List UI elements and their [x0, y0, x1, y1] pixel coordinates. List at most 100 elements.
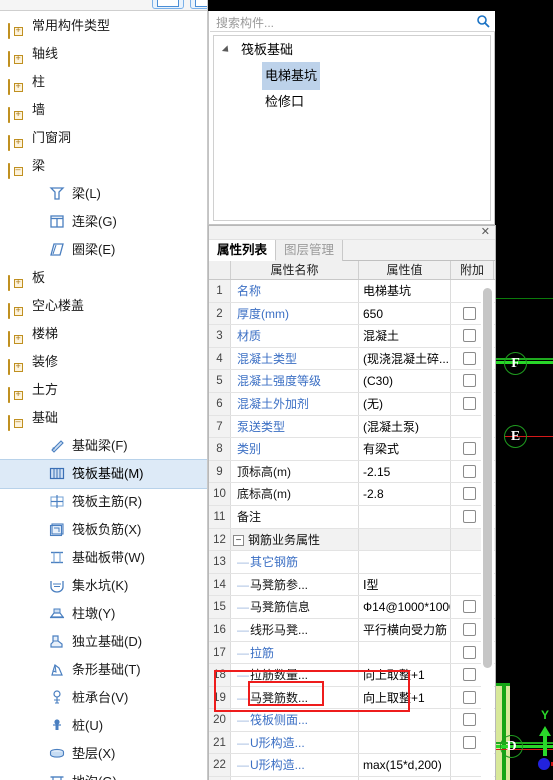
table-row[interactable]: 21 —U形构造... — [209, 731, 495, 755]
append-checkbox[interactable] — [463, 735, 476, 749]
axis-bubble-e[interactable]: E — [504, 425, 527, 448]
component-item-inspection-opening[interactable]: 检修口 — [214, 88, 490, 114]
axis-bubble-f[interactable]: F — [504, 352, 527, 375]
tree-item-isolated-footing[interactable]: 独立基础(D) — [0, 628, 207, 656]
property-value-cell[interactable]: (现浇混凝土碎... — [359, 347, 451, 370]
property-name-cell[interactable]: 混凝土强度等级 — [231, 370, 359, 392]
collapse-expander[interactable]: − — [233, 534, 244, 546]
append-checkbox[interactable] — [463, 690, 476, 704]
table-row[interactable]: 5 混凝土强度等级 (C30) — [209, 370, 495, 393]
property-value-cell[interactable]: 电梯基坑 — [359, 280, 451, 302]
property-name-cell[interactable]: —筏板侧面... — [231, 709, 359, 731]
tree-item-hollow-floor[interactable]: 空心楼盖 — [0, 292, 207, 320]
table-row[interactable]: 19 —马凳筋数... 向上取整+1 — [209, 686, 495, 710]
property-name-cell[interactable]: 备注 — [231, 505, 359, 528]
table-row[interactable]: 3 材质 混凝土 — [209, 325, 495, 348]
tree-item-strip-footing[interactable]: 条形基础(T) — [0, 656, 207, 684]
append-checkbox[interactable] — [463, 509, 476, 523]
property-name-cell[interactable]: —马凳筋数... — [231, 686, 359, 709]
append-checkbox[interactable] — [463, 374, 476, 388]
tree-item-pile[interactable]: 桩(U) — [0, 712, 207, 740]
append-checkbox[interactable] — [463, 306, 476, 320]
property-value-cell[interactable]: -2.15 — [359, 460, 451, 483]
axis-bubble-d[interactable]: D — [500, 735, 523, 758]
table-row[interactable]: 6 混凝土外加剂 (无) — [209, 392, 495, 416]
append-checkbox[interactable] — [463, 645, 476, 659]
property-value-cell[interactable]: 有梁式 — [359, 438, 451, 460]
table-row[interactable]: 1 名称 电梯基坑 — [209, 280, 495, 303]
table-row[interactable]: 16 —线形马凳... 平行横向受力筋 — [209, 618, 495, 642]
table-row[interactable]: 11 备注 — [209, 505, 495, 529]
append-checkbox[interactable] — [463, 713, 476, 727]
tree-item-decoration[interactable]: 装修 — [0, 348, 207, 376]
append-checkbox[interactable] — [463, 600, 476, 614]
property-value-cell[interactable] — [359, 709, 451, 731]
property-name-cell[interactable]: 类别 — [231, 438, 359, 460]
property-name-cell[interactable]: —其它钢筋 — [231, 551, 359, 573]
table-row[interactable]: 13 —其它钢筋 — [209, 551, 495, 574]
table-row[interactable]: 15 —马凳筋信息 Ф14@1000*1000 — [209, 596, 495, 619]
table-row[interactable]: 10 底标高(m) -2.8 — [209, 483, 495, 506]
property-value-cell[interactable]: (无) — [359, 392, 451, 415]
tree-item-wall[interactable]: 墙 — [0, 96, 207, 124]
component-group-raft-foundation[interactable]: 筏板基础 — [214, 36, 490, 62]
property-name-cell[interactable]: 材质 — [231, 325, 359, 347]
table-row[interactable]: 12− 钢筋业务属性 — [209, 528, 495, 552]
table-row[interactable]: 7 泵送类型 (混凝土泵) — [209, 415, 495, 439]
property-value-cell[interactable]: 650 — [359, 302, 451, 325]
property-value-cell[interactable]: (混凝土泵) — [359, 415, 451, 438]
property-name-cell[interactable]: 混凝土外加剂 — [231, 392, 359, 415]
append-checkbox[interactable] — [463, 487, 476, 501]
tree-item-beam-group[interactable]: 梁 — [0, 152, 207, 180]
property-table-scrollbar[interactable] — [481, 280, 494, 780]
table-row[interactable]: 2 厚度(mm) 650 — [209, 302, 495, 326]
property-value-cell[interactable]: (C30) — [359, 370, 451, 392]
tree-item-slab[interactable]: 板 — [0, 264, 207, 292]
property-name-cell[interactable]: 底标高(m) — [231, 483, 359, 505]
tree-item-sump-pit[interactable]: 集水坑(K) — [0, 572, 207, 600]
property-value-cell[interactable] — [359, 505, 451, 528]
chevron-down-icon[interactable] — [221, 45, 232, 55]
property-name-cell[interactable]: 顶标高(m) — [231, 460, 359, 483]
tab-layer-management[interactable]: 图层管理 — [276, 240, 344, 261]
property-name-cell[interactable]: 混凝土类型 — [231, 347, 359, 370]
tree-item-earthwork[interactable]: 土方 — [0, 376, 207, 404]
tree-item-column[interactable]: 柱 — [0, 68, 207, 96]
tree-item-common-types[interactable]: 常用构件类型 — [0, 12, 207, 40]
tab-property-list[interactable]: 属性列表 — [209, 240, 277, 261]
property-table-body[interactable]: 1 名称 电梯基坑 2 厚度(mm) 650 3 材质 混凝土 4 混凝土类型 (现浇混凝土碎... 5… — [209, 280, 495, 780]
property-value-cell[interactable]: Ⅰ型 — [359, 573, 451, 596]
tree-item-foundation-group[interactable]: 基础 — [0, 404, 207, 432]
table-row[interactable]: 4 混凝土类型 (现浇混凝土碎... — [209, 347, 495, 371]
table-row[interactable]: 9 顶标高(m) -2.15 — [209, 460, 495, 484]
property-name-cell[interactable]: —U形构造... — [231, 754, 359, 777]
property-value-cell[interactable] — [359, 731, 451, 754]
tree-item-raft-main-rebar[interactable]: 筏板主筋(R) — [0, 488, 207, 516]
property-value-cell[interactable]: 向上取整+1 — [359, 664, 451, 686]
table-row[interactable]: 20 —筏板侧面... — [209, 709, 495, 732]
property-name-cell[interactable]: 泵送类型 — [231, 415, 359, 438]
list-view-button[interactable] — [152, 0, 184, 9]
property-name-cell[interactable]: —线形马凳... — [231, 618, 359, 641]
property-value-cell[interactable]: 混凝土 — [359, 325, 451, 347]
append-checkbox[interactable] — [463, 329, 476, 343]
property-name-cell[interactable]: —U形构造... — [231, 731, 359, 754]
property-value-cell[interactable] — [359, 551, 451, 573]
property-value-cell[interactable]: max(15*d,200) — [359, 754, 451, 777]
property-name-cell[interactable]: − 钢筋业务属性 — [231, 528, 359, 551]
property-name-cell[interactable]: —马凳筋参... — [231, 573, 359, 596]
tree-item-beam[interactable]: 梁(L) — [0, 180, 207, 208]
tree-item-stair[interactable]: 楼梯 — [0, 320, 207, 348]
table-row[interactable]: 17 —拉筋 — [209, 641, 495, 665]
table-row[interactable]: 8 类别 有梁式 — [209, 438, 495, 461]
property-table-scrollbar-thumb[interactable] — [483, 288, 492, 668]
tree-item-foundation-strip[interactable]: 基础板带(W) — [0, 544, 207, 572]
append-checkbox[interactable] — [463, 668, 476, 682]
property-name-cell[interactable]: —拉筋数量... — [231, 664, 359, 686]
append-checkbox[interactable] — [463, 442, 476, 456]
property-value-cell[interactable]: 平行横向受力筋 — [359, 618, 451, 641]
tree-item-ring-beam[interactable]: 圈梁(E) — [0, 236, 207, 264]
tree-item-door-window[interactable]: 门窗洞 — [0, 124, 207, 152]
table-row[interactable]: 18 —拉筋数量... 向上取整+1 — [209, 664, 495, 687]
property-value-cell[interactable] — [359, 528, 451, 551]
